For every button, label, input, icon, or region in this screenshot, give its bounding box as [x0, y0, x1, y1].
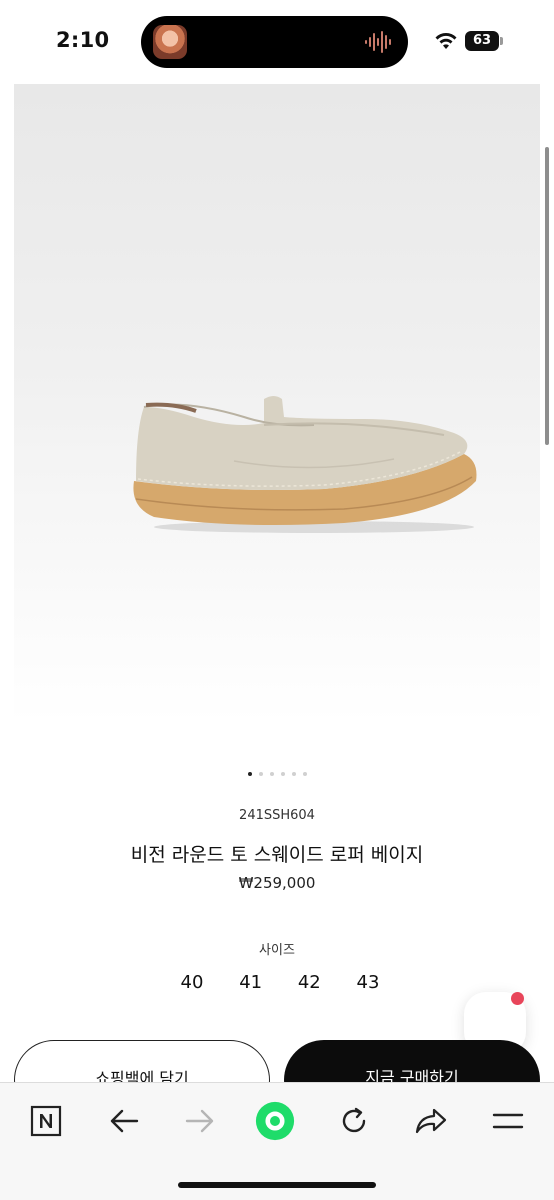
- product-sku: 241SSH604: [239, 808, 315, 823]
- music-app-avatar-icon: [153, 25, 187, 59]
- size-option-43[interactable]: 43: [346, 972, 390, 993]
- dynamic-island[interactable]: [141, 16, 408, 68]
- product-image[interactable]: [14, 84, 540, 724]
- battery-cap: [500, 37, 503, 45]
- carousel-dot[interactable]: [258, 772, 263, 776]
- share-icon[interactable]: [411, 1101, 451, 1141]
- product-price: ₩259,000: [238, 874, 316, 892]
- size-label: 사이즈: [259, 943, 295, 958]
- loafer-shoe-image: [133, 396, 477, 533]
- carousel-dots[interactable]: [0, 772, 554, 776]
- carousel-dot[interactable]: [302, 772, 307, 776]
- product-name: 비전 라운드 토 스웨이드 로퍼 베이지: [130, 844, 424, 866]
- page-scrollbar[interactable]: [545, 147, 549, 445]
- wifi-icon: [435, 33, 457, 49]
- carousel-dot[interactable]: [280, 772, 285, 776]
- notification-badge: [511, 992, 524, 1005]
- forward-arrow-icon[interactable]: [180, 1101, 220, 1141]
- status-bar: 2:10 63: [0, 0, 554, 84]
- carousel-dot[interactable]: [269, 772, 274, 776]
- naver-home-icon[interactable]: [26, 1101, 66, 1141]
- menu-icon[interactable]: [488, 1101, 528, 1141]
- green-dot-icon[interactable]: [255, 1101, 295, 1141]
- battery-icon: 63: [465, 31, 499, 51]
- status-time: 2:10: [56, 28, 110, 52]
- size-options: 40 41 42 43: [170, 972, 390, 993]
- size-option-42[interactable]: 42: [287, 972, 331, 993]
- audio-waveform-icon: [365, 31, 391, 53]
- carousel-dot[interactable]: [247, 772, 252, 776]
- size-option-40[interactable]: 40: [170, 972, 214, 993]
- carousel-dot[interactable]: [291, 772, 296, 776]
- home-indicator: [178, 1182, 376, 1188]
- back-arrow-icon[interactable]: [104, 1101, 144, 1141]
- size-option-41[interactable]: 41: [229, 972, 273, 993]
- refresh-icon[interactable]: [334, 1101, 374, 1141]
